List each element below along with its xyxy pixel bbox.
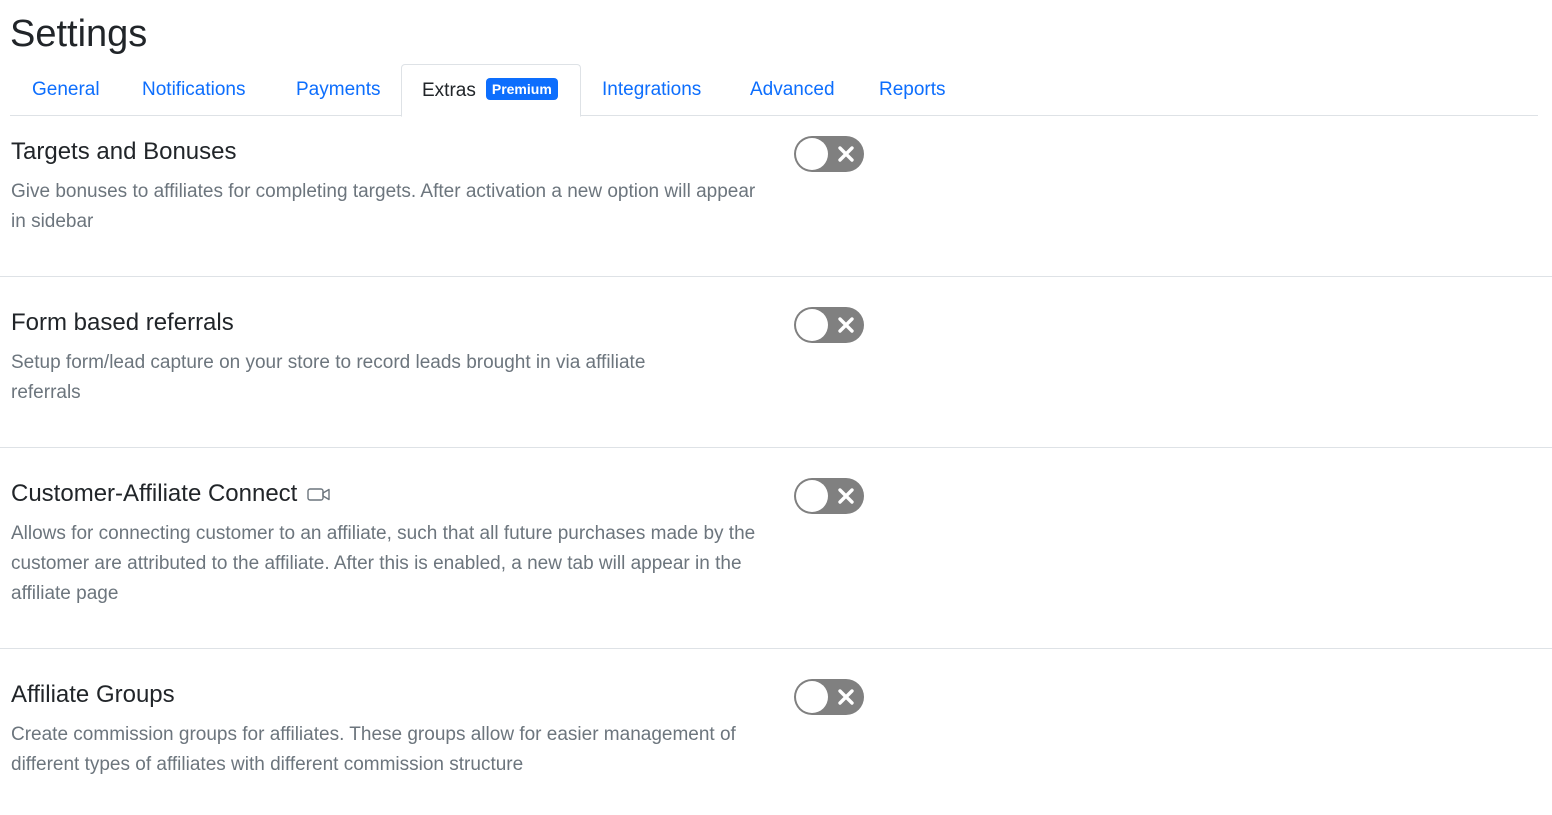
tab-label: Notifications <box>142 79 246 100</box>
toggle-knob <box>796 480 828 512</box>
setting-title: Customer-Affiliate Connect <box>11 479 331 509</box>
close-icon <box>838 488 854 504</box>
setting-targets-and-bonuses: Targets and Bonuses Give bonuses to affi… <box>0 116 1552 277</box>
page-title: Settings <box>10 13 148 55</box>
setting-title: Form based referrals <box>11 309 234 336</box>
setting-title-text: Customer-Affiliate Connect <box>11 480 298 507</box>
premium-badge: Premium <box>485 78 558 101</box>
setting-title: Targets and Bonuses <box>11 138 237 165</box>
tab-extras[interactable]: Extras Premium <box>401 64 581 117</box>
targets-and-bonuses-toggle[interactable] <box>794 136 864 172</box>
setting-form-based-referrals: Form based referrals Setup form/lead cap… <box>0 277 1552 448</box>
close-icon <box>838 146 854 162</box>
close-icon <box>838 689 854 705</box>
close-icon <box>838 317 854 333</box>
tab-label: Advanced <box>750 79 835 100</box>
tab-label: Integrations <box>602 79 702 100</box>
tab-general[interactable]: General <box>32 64 100 116</box>
tab-payments[interactable]: Payments <box>296 64 380 116</box>
tab-label: General <box>32 79 100 100</box>
toggle-knob <box>796 138 828 170</box>
setting-customer-affiliate-connect: Customer-Affiliate Connect Allows for co… <box>0 448 1552 649</box>
toggle-knob <box>796 681 828 713</box>
video-camera-icon[interactable] <box>307 486 331 502</box>
settings-page: Settings General Notifications Payments … <box>0 0 1552 815</box>
settings-tabs: General Notifications Payments Extras Pre… <box>10 64 1538 117</box>
setting-description: Setup form/lead capture on your store to… <box>11 352 646 403</box>
tab-notifications[interactable]: Notifications <box>142 64 246 116</box>
tab-integrations[interactable]: Integrations <box>602 64 701 116</box>
tab-label: Reports <box>879 79 946 100</box>
toggle-knob <box>796 309 828 341</box>
setting-affiliate-groups: Affiliate Groups Create commission group… <box>0 649 1552 815</box>
setting-description: Allows for connecting customer to an aff… <box>11 523 756 604</box>
tab-label: Payments <box>296 79 381 100</box>
setting-description: Give bonuses to affiliates for completin… <box>11 181 756 232</box>
setting-description: Create commission groups for affiliates.… <box>11 724 736 775</box>
form-based-referrals-toggle[interactable] <box>794 307 864 343</box>
tab-advanced[interactable]: Advanced <box>750 64 835 116</box>
tab-reports[interactable]: Reports <box>879 64 946 116</box>
affiliate-groups-toggle[interactable] <box>794 679 864 715</box>
setting-title: Affiliate Groups <box>11 681 175 708</box>
tab-label: Extras <box>422 80 476 101</box>
customer-affiliate-connect-toggle[interactable] <box>794 478 864 514</box>
